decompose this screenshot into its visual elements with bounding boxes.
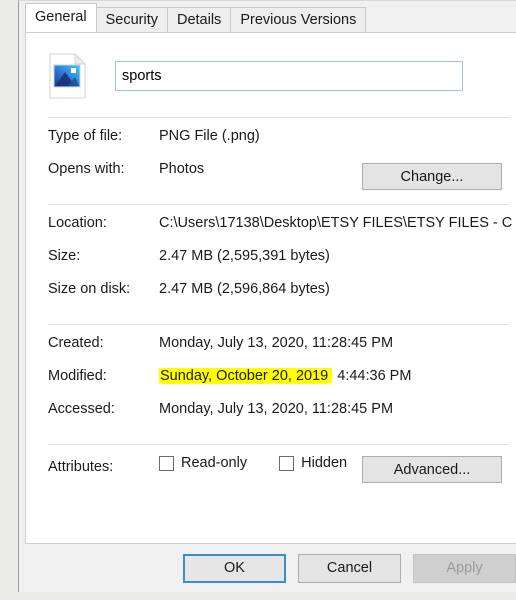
row-opens-with: Opens with: Photos Change... — [26, 161, 516, 194]
accessed-value: Monday, July 13, 2020, 11:28:45 PM — [159, 401, 394, 417]
file-type-group: Type of file: PNG File (.png) Opens with… — [26, 118, 516, 204]
modified-label: Modified: — [48, 368, 107, 384]
row-attributes: Attributes: Read-only Hidden Advanced... — [26, 455, 516, 488]
checkbox-hidden[interactable]: Hidden — [279, 455, 347, 471]
location-value: C:\Users\17138\Desktop\ETSY FILES\ETSY F… — [159, 215, 513, 231]
size-value: 2.47 MB (2,595,391 bytes) — [159, 248, 330, 264]
checkbox-read-only-box[interactable] — [159, 455, 174, 471]
change-button[interactable]: Change... — [362, 163, 502, 190]
checkbox-hidden-box[interactable] — [279, 455, 295, 471]
apply-button: Apply — [413, 553, 516, 583]
tab-details[interactable]: Details — [166, 7, 232, 32]
row-created: Created: Monday, July 13, 2020, 11:28:45… — [26, 335, 516, 368]
opens-with-label: Opens with: — [48, 161, 125, 177]
screenshot-root: General Security Details Previous Versio… — [0, 0, 516, 600]
type-of-file-label: Type of file: — [48, 128, 123, 144]
tab-general-label: General — [35, 9, 87, 25]
modified-date-highlighted: Sunday, October 20, 2019 — [160, 368, 329, 384]
row-type-of-file: Type of file: PNG File (.png) — [26, 128, 516, 161]
checkbox-read-only-label: Read-only — [181, 455, 248, 471]
file-dates-group: Created: Monday, July 13, 2020, 11:28:45… — [26, 325, 516, 444]
size-on-disk-value: 2.47 MB (2,596,864 bytes) — [159, 281, 330, 297]
size-label: Size: — [48, 248, 81, 264]
row-modified: Modified: Sunday, October 20, 2019, 4:44… — [26, 368, 516, 401]
checkbox-read-only[interactable]: Read-only — [159, 455, 247, 471]
checkbox-hidden-label: Hidden — [301, 455, 348, 471]
dialog-button-bar: OK Cancel Apply — [19, 544, 516, 592]
tab-previous-versions-label: Previous Versions — [240, 12, 357, 28]
yellow-highlight-marker: Sunday, October 20, 2019 — [159, 368, 333, 384]
ok-button[interactable]: OK — [183, 553, 286, 583]
modified-time-rest: , 4:44:36 PM — [329, 368, 412, 384]
file-name-input[interactable] — [115, 61, 463, 91]
advanced-button[interactable]: Advanced... — [362, 456, 502, 483]
location-label: Location: — [48, 215, 107, 231]
cancel-button[interactable]: Cancel — [298, 553, 401, 583]
created-label: Created: — [48, 335, 104, 351]
row-location: Location: C:\Users\17138\Desktop\ETSY FI… — [26, 215, 516, 248]
file-properties-dialog: General Security Details Previous Versio… — [18, 0, 516, 592]
png-image-file-icon — [46, 52, 90, 100]
tab-details-label: Details — [176, 12, 222, 28]
tab-general[interactable]: General — [25, 3, 97, 32]
modified-value: Sunday, October 20, 2019, 4:44:36 PM — [159, 368, 516, 384]
tab-security-label: Security — [105, 12, 158, 28]
type-of-file-value: PNG File (.png) — [159, 128, 260, 144]
created-value: Monday, July 13, 2020, 11:28:45 PM — [159, 335, 394, 351]
file-size-group: Location: C:\Users\17138\Desktop\ETSY FI… — [26, 205, 516, 324]
tab-security[interactable]: Security — [95, 7, 168, 32]
attributes-label: Attributes: — [48, 458, 114, 475]
general-tab-panel: Type of file: PNG File (.png) Opens with… — [25, 32, 516, 544]
row-size-on-disk: Size on disk: 2.47 MB (2,596,864 bytes) — [26, 281, 516, 314]
file-attributes-group: Attributes: Read-only Hidden Advanced... — [26, 445, 516, 488]
row-accessed: Accessed: Monday, July 13, 2020, 11:28:4… — [26, 401, 516, 434]
tab-previous-versions[interactable]: Previous Versions — [230, 7, 367, 32]
file-name-row — [26, 33, 516, 117]
accessed-label: Accessed: — [48, 401, 115, 417]
row-size: Size: 2.47 MB (2,595,391 bytes) — [26, 248, 516, 281]
size-on-disk-label: Size on disk: — [48, 281, 131, 297]
tab-strip: General Security Details Previous Versio… — [19, 1, 516, 32]
